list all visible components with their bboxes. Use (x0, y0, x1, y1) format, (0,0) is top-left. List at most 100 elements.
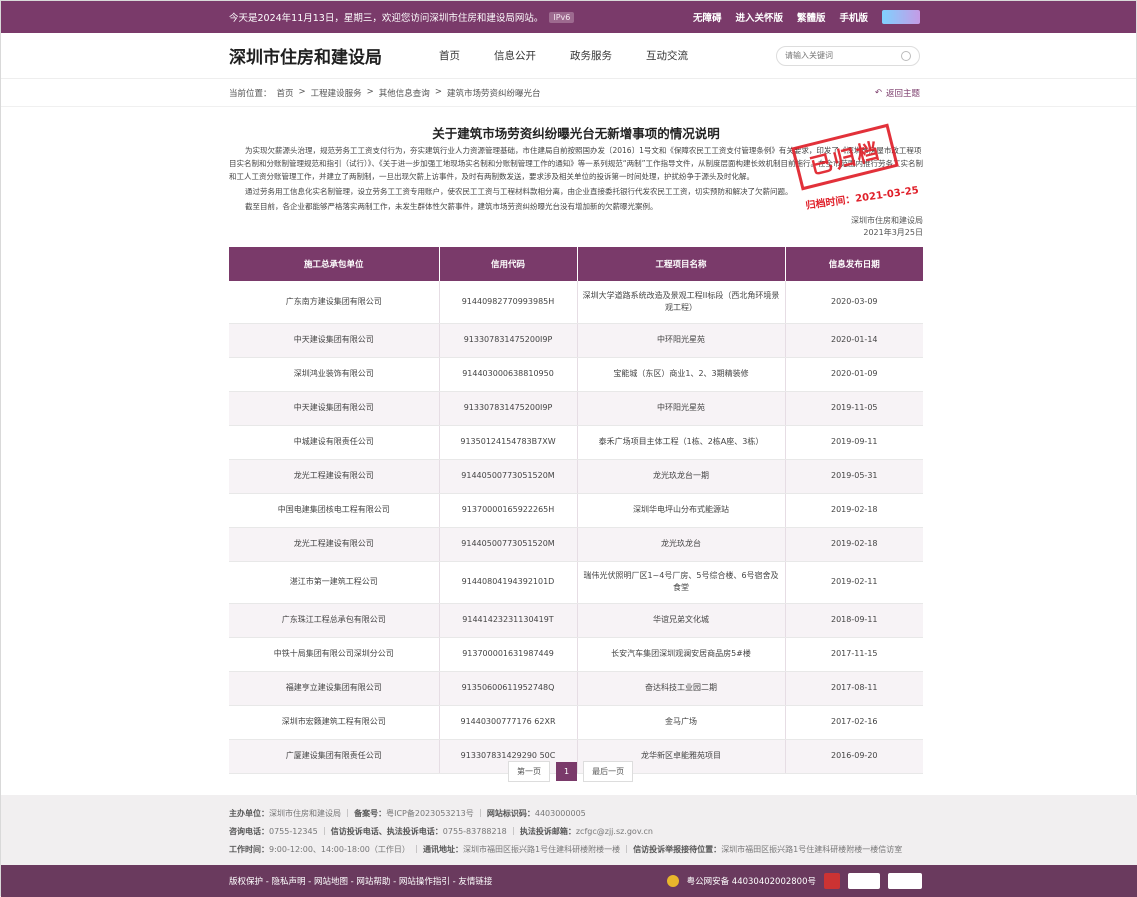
footer-key: 信访投诉举报接待位置： (633, 845, 722, 854)
footer-email-link[interactable]: zcfgc@zjj.sz.gov.cn (576, 827, 653, 836)
cell-credit-code: 91370000165922265H (439, 493, 578, 528)
table-row: 中城建设有限责任公司 91350124154783B7XW 泰禾广场项目主体工程（1… (229, 425, 923, 460)
bottom-badges: 粤公网安备 44030402002800号 (666, 873, 922, 889)
footer-line-2: 咨询电话：0755-12345 ｜ 信访投诉电话、执法投诉电话：0755-837… (229, 827, 653, 836)
cell-date: 2018-09-11 (785, 603, 923, 638)
footer-value: 深圳市福田区振兴路1号住建科研楼附楼一楼信访室 (721, 845, 903, 854)
error-report-icon[interactable] (848, 873, 880, 889)
table-row: 龙光工程建设有限公司 91440500773051520M 龙光玖龙台一期 2019-… (229, 459, 923, 494)
cell-date: 2020-03-09 (785, 281, 923, 324)
last-page-button[interactable]: 最后一页 (583, 761, 634, 782)
search-input[interactable] (785, 51, 885, 60)
cell-project: 泰禾广场项目主体工程（1栋、2栋A座、3栋） (577, 425, 786, 460)
cell-project: 中环阳光星苑 (577, 323, 786, 358)
care-version-link[interactable]: 进入关怀版 (735, 10, 783, 24)
mobile-version-link[interactable]: 手机版 (839, 10, 868, 24)
breadcrumb-item-other-info[interactable]: 其他信息查询 (379, 87, 430, 99)
breadcrumb-separator: > (434, 86, 442, 97)
footer-key: 主办单位： (229, 809, 269, 818)
cell-date: 2017-08-11 (785, 671, 923, 706)
cell-credit-code: 91350600611952748Q (439, 671, 578, 706)
dispute-table: 施工总承包单位 信用代码 工程项目名称 信息发布日期 广东南方建设集团有限公司 9… (229, 247, 923, 774)
cell-project: 中环阳光星苑 (577, 391, 786, 426)
cell-credit-code: 91440500773051520M (439, 459, 578, 494)
back-to-topic-link[interactable]: ↶ 返回主题 (875, 87, 920, 99)
cell-credit-code: 913700001631987449 (439, 637, 578, 672)
nav-gov-services[interactable]: 政务服务 (570, 48, 612, 63)
search-icon[interactable] (901, 50, 911, 61)
aging-friendly-icon[interactable] (888, 873, 922, 889)
search-box (776, 45, 920, 66)
page-1-button[interactable]: 1 (556, 762, 578, 781)
welcome-text: 今天是2024年11月13日，星期三，欢迎您访问深圳市住房和建设局网站。 (229, 13, 544, 24)
cell-credit-code: 91440500773051520M (439, 527, 578, 562)
footer-key: 备案号： (354, 809, 387, 818)
cell-date: 2019-05-31 (785, 459, 923, 494)
cell-project: 奋达科技工业园二期 (577, 671, 786, 706)
breadcrumb-prefix: 当前位置： (229, 88, 272, 99)
col-header-project: 工程项目名称 (577, 247, 786, 281)
nav-interaction[interactable]: 互动交流 (646, 48, 688, 63)
table-body: 广东南方建设集团有限公司 91440982770993985H 深圳大学道路系统改造… (229, 281, 923, 774)
gov-logo-icon[interactable] (882, 10, 920, 24)
cell-date: 2019-09-11 (785, 425, 923, 460)
footer-value: 9:00-12:00、14:00-18:00（工作日） (269, 845, 410, 854)
footer-value: 深圳市福田区振兴路1号住建科研楼附楼一楼 (463, 845, 621, 854)
breadcrumb-item-construction[interactable]: 工程建设服务 (311, 87, 362, 99)
table-row: 广东珠江工程总承包有限公司 91441423231130419T 华谊兄弟文化城 20… (229, 603, 923, 638)
cell-contractor: 深圳鸿业装饰有限公司 (229, 357, 440, 392)
nav-home[interactable]: 首页 (439, 48, 460, 63)
breadcrumb-item-current: 建筑市场劳资纠纷曝光台 (446, 88, 541, 99)
cell-date: 2017-11-15 (785, 637, 923, 672)
bottom-links[interactable]: 版权保护 - 隐私声明 - 网站地图 - 网站帮助 - 网站操作指引 - 友情链… (229, 875, 492, 887)
table-row: 中铁十局集团有限公司深圳分公司 913700001631987449 长安汽车集团深… (229, 637, 923, 672)
footer-key: 信访投诉电话、执法投诉电话： (330, 827, 443, 836)
nav-info-disclosure[interactable]: 信息公开 (494, 48, 536, 63)
ipv6-badge: IPv6 (549, 11, 575, 23)
main-content: 关于建筑市场劳资纠纷曝光台无新增事项的情况说明 为实现欠薪源头治理，规范劳务工工… (229, 117, 923, 774)
footer-key: 工作时间： (229, 845, 269, 854)
table-row: 深圳市宏籁建筑工程有限公司 91440300777176 62XR 金马广场 2017… (229, 705, 923, 740)
footer-value: 4403000005 (534, 809, 586, 818)
site-footer: 主办单位：深圳市住房和建设局 ｜ 备案号：粤ICP备2023053213号 ｜ … (1, 795, 1137, 865)
breadcrumb-separator: > (366, 86, 374, 97)
party-gov-icon[interactable] (824, 873, 840, 889)
cell-contractor: 广厦建设集团有限责任公司 (229, 739, 440, 774)
first-page-button[interactable]: 第一页 (508, 761, 550, 782)
col-header-credit-code: 信用代码 (439, 247, 578, 281)
cell-project: 宝能城（东区）商业1、2、3期精装修 (577, 357, 786, 392)
cell-contractor: 中天建设集团有限公司 (229, 323, 440, 358)
footer-icp-link[interactable]: 粤ICP备2023053213号 (386, 809, 474, 818)
site-header: 深圳市住房和建设局 首页 信息公开 政务服务 互动交流 (1, 33, 1136, 79)
accessibility-link[interactable]: 无障碍 (693, 10, 722, 24)
site-title[interactable]: 深圳市住房和建设局 (229, 43, 439, 68)
footer-key: 网站标识码： (486, 809, 535, 818)
breadcrumb-item-home[interactable]: 首页 (277, 87, 294, 99)
back-label: 返回主题 (885, 88, 920, 99)
table-row: 深圳鸿业装饰有限公司 914403000638810950 宝能城（东区）商业1、2… (229, 357, 923, 392)
cell-credit-code: 91440300777176 62XR (439, 705, 578, 740)
cell-contractor: 中铁十局集团有限公司深圳分公司 (229, 637, 440, 672)
police-badge-icon (666, 875, 679, 887)
bottom-bar: 版权保护 - 隐私声明 - 网站地图 - 网站帮助 - 网站操作指引 - 友情链… (1, 865, 1137, 897)
table-row: 广东南方建设集团有限公司 91440982770993985H 深圳大学道路系统改造… (229, 281, 923, 324)
footer-value: 深圳市住房和建设局 (269, 809, 341, 818)
footer-key: 咨询电话： (229, 827, 269, 836)
traditional-chinese-link[interactable]: 繁體版 (797, 10, 826, 24)
cell-contractor: 龙光工程建设有限公司 (229, 459, 440, 494)
cell-date: 2019-11-05 (785, 391, 923, 426)
cell-credit-code: 914403000638810950 (439, 357, 578, 392)
cell-credit-code: 91440804194392101D (439, 561, 578, 604)
article-date: 2021年3月25日 (863, 228, 923, 237)
pagination: 第一页 1 最后一页 (508, 761, 634, 782)
cell-date: 2020-01-09 (785, 357, 923, 392)
police-record-link[interactable]: 粤公网安备 44030402002800号 (687, 875, 816, 887)
cell-credit-code: 913307831475200I9P (439, 323, 578, 358)
cell-date: 2017-02-16 (785, 705, 923, 740)
article-signature-block: 深圳市住房和建设局 2021年3月25日 (229, 215, 923, 239)
breadcrumb-separator: > (298, 86, 306, 97)
page-frame: 今天是2024年11月13日，星期三，欢迎您访问深圳市住房和建设局网站。 IPv… (0, 0, 1137, 897)
cell-contractor: 龙光工程建设有限公司 (229, 527, 440, 562)
cell-credit-code: 91350124154783B7XW (439, 425, 578, 460)
cell-contractor: 广东珠江工程总承包有限公司 (229, 603, 440, 638)
